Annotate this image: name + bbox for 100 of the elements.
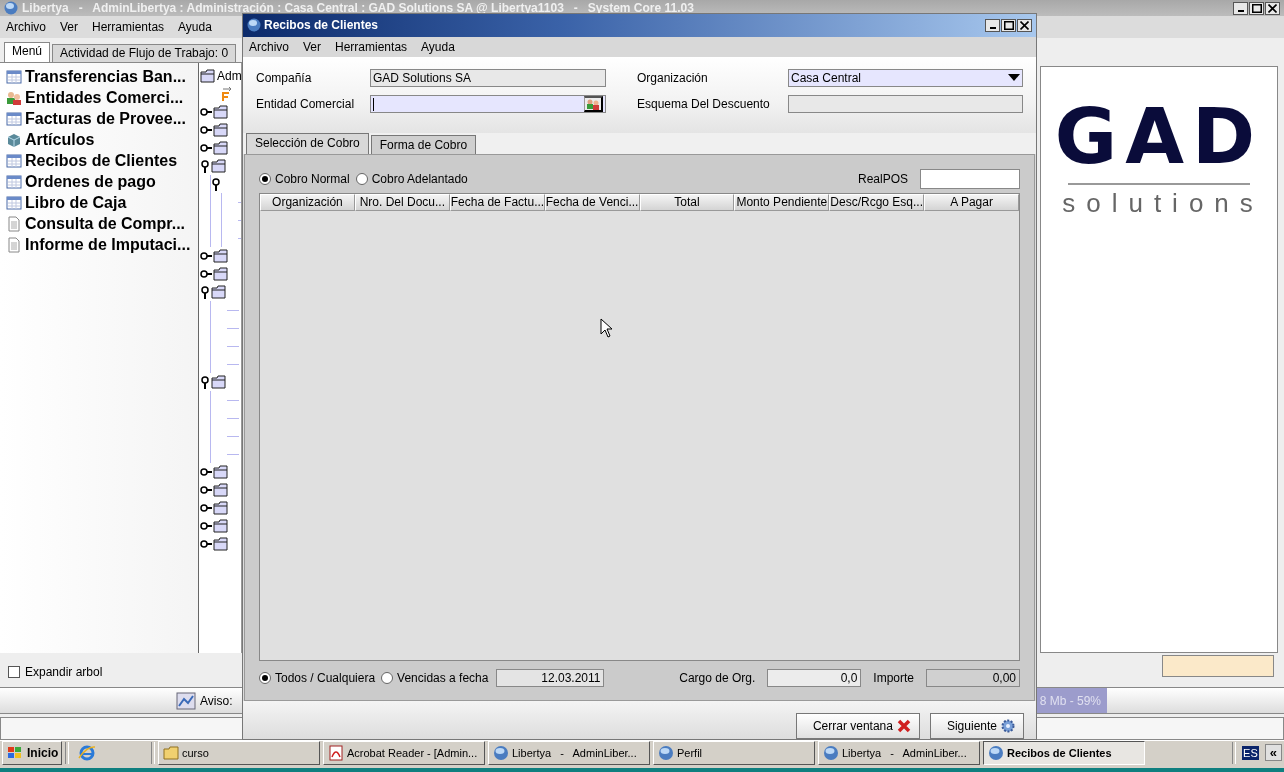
tab[interactable]: Menú bbox=[4, 42, 51, 63]
windows-flag-icon bbox=[7, 745, 23, 760]
taskbar-button[interactable]: Acrobat Reader - [Admin... bbox=[323, 740, 485, 765]
collapsed-node-icon[interactable] bbox=[200, 269, 212, 280]
field-label: Cargo de Org. bbox=[679, 671, 756, 686]
window-title: Recibos de Clientes bbox=[264, 18, 379, 33]
column-header[interactable]: Fecha de Venci... bbox=[544, 194, 640, 212]
menu-entry[interactable]: Facturas de Provee... bbox=[25, 109, 186, 128]
close-button[interactable] bbox=[1265, 1, 1280, 15]
close-icon bbox=[1020, 20, 1029, 30]
folder-icon bbox=[213, 483, 229, 498]
expand-tray-button[interactable]: « bbox=[1264, 744, 1282, 761]
folder-icon bbox=[200, 69, 216, 84]
close-icon bbox=[1268, 3, 1277, 13]
dropdown-arrow-icon[interactable] bbox=[1008, 74, 1020, 83]
tab[interactable]: Forma de Cobro bbox=[370, 135, 477, 155]
checkbox[interactable] bbox=[8, 666, 20, 679]
maximize-button[interactable] bbox=[1249, 1, 1264, 15]
tab[interactable]: Actividad de Flujo de Trabajo: 0 bbox=[52, 44, 237, 63]
window-icon bbox=[6, 173, 22, 190]
expanded-node-icon[interactable] bbox=[200, 159, 210, 174]
column-header[interactable]: Desc/Rcgo Esq... bbox=[829, 194, 925, 212]
menu-item[interactable]: Archivo bbox=[6, 20, 46, 35]
collapsed-node-icon[interactable] bbox=[200, 503, 212, 514]
collapsed-node-icon[interactable] bbox=[200, 485, 212, 496]
window-icon bbox=[6, 110, 22, 127]
menu-entry[interactable]: Ordenes de pago bbox=[25, 172, 156, 191]
chart-icon[interactable] bbox=[176, 691, 196, 710]
expanded-node-icon[interactable] bbox=[200, 285, 210, 300]
taskbar-button[interactable]: Perfil bbox=[653, 740, 815, 765]
collapsed-node-icon[interactable] bbox=[200, 539, 212, 550]
start-button[interactable]: Inicio bbox=[2, 740, 62, 765]
collapsed-node-icon[interactable] bbox=[200, 251, 212, 262]
taskbar-button[interactable]: Libertya - AdminLiber... bbox=[818, 740, 980, 765]
column-header[interactable]: Organización bbox=[260, 194, 355, 212]
field-label: RealPOS bbox=[857, 172, 908, 187]
tab[interactable]: Selección de Cobro bbox=[246, 133, 369, 155]
document-icon bbox=[6, 215, 22, 232]
globe-icon bbox=[988, 744, 1004, 761]
field-label: Importe bbox=[873, 671, 914, 686]
taskbar-button[interactable]: curso bbox=[158, 740, 320, 765]
collapsed-node-icon[interactable] bbox=[200, 143, 212, 154]
dropdown[interactable]: Casa Central bbox=[788, 69, 1023, 88]
radio-button[interactable]: Todos / Cualquiera bbox=[259, 671, 376, 686]
language-indicator[interactable]: ES bbox=[1242, 745, 1259, 760]
expanded-node-icon[interactable] bbox=[211, 177, 221, 192]
menu-entry[interactable]: Recibos de Clientes bbox=[25, 151, 178, 170]
menu-item[interactable]: Ayuda bbox=[178, 20, 212, 35]
column-header[interactable]: A Pagar bbox=[924, 194, 1019, 212]
minimize-button[interactable] bbox=[985, 18, 1000, 32]
browser-icon[interactable] bbox=[78, 743, 96, 762]
column-header[interactable]: Nro. Del Docu... bbox=[354, 194, 450, 212]
menu-entry[interactable]: Artículos bbox=[25, 130, 95, 149]
collapsed-node-icon[interactable] bbox=[200, 521, 212, 532]
menu-entry[interactable]: Libro de Caja bbox=[25, 193, 127, 212]
menu-item[interactable]: Herramientas bbox=[92, 20, 165, 35]
collapsed-node-icon[interactable] bbox=[200, 467, 212, 478]
maximize-button[interactable] bbox=[1001, 18, 1016, 32]
logo-text: GAD bbox=[1054, 97, 1264, 178]
document-icon bbox=[328, 744, 344, 761]
menu-item[interactable]: Ver bbox=[303, 39, 322, 54]
window-icon bbox=[6, 68, 22, 85]
column-header[interactable]: Fecha de Factu... bbox=[449, 194, 545, 212]
tree-item[interactable]: Adm bbox=[217, 69, 241, 84]
date-field[interactable]: 12.03.2011 bbox=[496, 669, 605, 688]
column-header[interactable]: Total bbox=[639, 194, 735, 212]
action-button[interactable]: Siguiente bbox=[929, 713, 1024, 739]
menu-entry[interactable]: Informe de Imputaci... bbox=[25, 235, 191, 254]
input-field[interactable]: 0,0 bbox=[767, 669, 862, 688]
menu-item[interactable]: Ver bbox=[60, 20, 79, 35]
close-button[interactable] bbox=[1017, 18, 1032, 32]
input-field[interactable] bbox=[370, 95, 606, 114]
radio-button[interactable]: Cobro Normal bbox=[259, 172, 350, 187]
collapsed-node-icon[interactable] bbox=[200, 125, 212, 136]
menu-item[interactable]: Herramientas bbox=[335, 39, 408, 54]
action-button[interactable]: Cerrar ventana bbox=[795, 713, 920, 739]
menu-item[interactable]: Archivo bbox=[249, 39, 289, 54]
folder-icon bbox=[213, 465, 229, 480]
minimize-button[interactable] bbox=[1233, 1, 1248, 15]
expanded-node-icon[interactable] bbox=[200, 375, 210, 390]
menu-entry[interactable]: Entidades Comerci... bbox=[25, 88, 184, 107]
menu-entry[interactable]: Consulta de Compr... bbox=[25, 214, 185, 233]
menu-item[interactable]: Ayuda bbox=[421, 39, 455, 54]
taskbar-button[interactable]: Recibos de Clientes bbox=[983, 740, 1145, 765]
lookup-button[interactable] bbox=[584, 96, 603, 113]
folder-icon bbox=[211, 159, 227, 174]
taskbar-button[interactable]: Libertya - AdminLiber... bbox=[488, 740, 650, 765]
folder-icon bbox=[163, 744, 179, 761]
notice-text: Aviso: bbox=[200, 693, 233, 708]
window-icon bbox=[6, 194, 22, 211]
menu-entry[interactable]: Transferencias Ban... bbox=[25, 67, 186, 86]
column-header[interactable]: Monto Pendiente bbox=[734, 194, 830, 212]
collapsed-node-icon[interactable] bbox=[200, 107, 212, 118]
folder-icon bbox=[213, 267, 229, 282]
cube-icon bbox=[6, 131, 22, 148]
input-field[interactable] bbox=[920, 169, 1020, 190]
process-icon bbox=[220, 87, 232, 102]
radio-button[interactable]: Cobro Adelantado bbox=[355, 172, 468, 187]
input-field[interactable] bbox=[1162, 655, 1274, 678]
radio-button[interactable]: Vencidas a fecha bbox=[381, 671, 489, 686]
